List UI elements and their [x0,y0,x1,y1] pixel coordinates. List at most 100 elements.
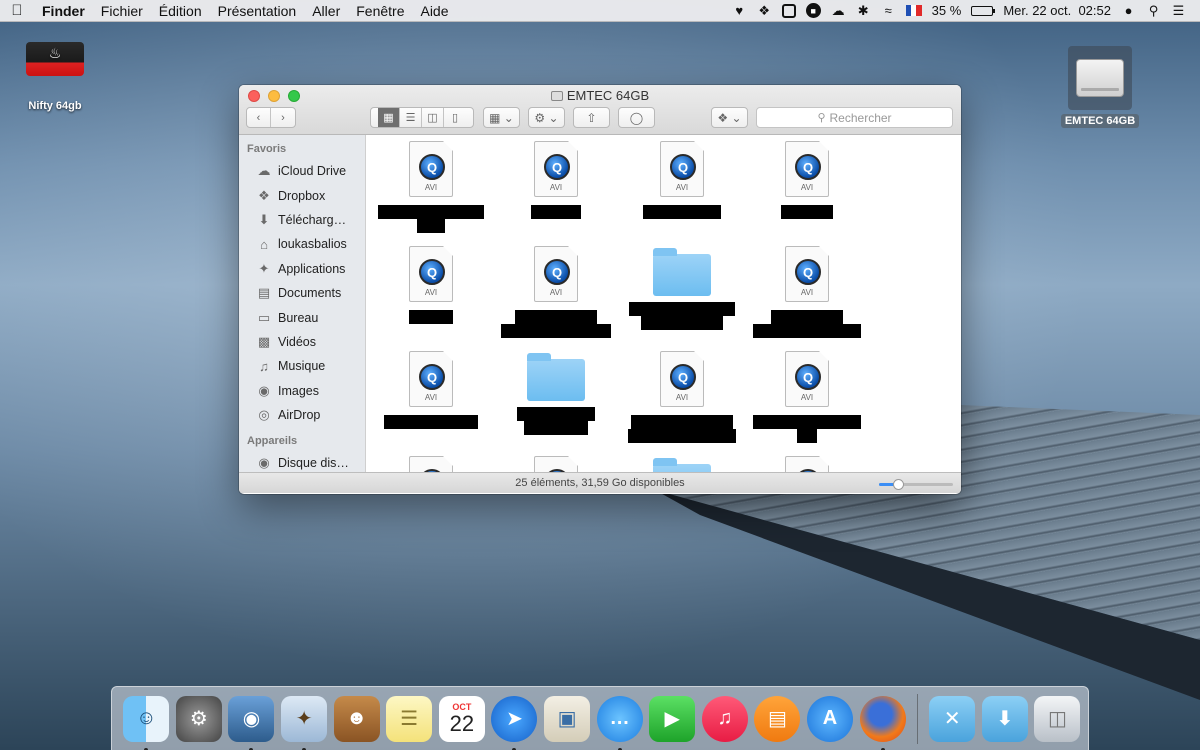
sidebar-item-label: Vidéos [278,334,316,349]
bluetooth-icon[interactable]: ✱ [856,3,871,18]
dock-downloads-folder-icon[interactable]: ⬇ [981,695,1028,742]
sidebar-item-label: loukasbalios [278,237,347,252]
desktop-drive-emtec[interactable]: EMTEC 64GB [1058,46,1142,128]
file-item[interactable]: Q AVI [366,135,496,235]
sidebar-item-home[interactable]: ⌂ loukasbalios [239,232,365,256]
folder-item[interactable] [617,450,747,472]
dock-finder-icon[interactable]: ☺ [123,695,170,750]
sidebar-item-disk[interactable]: ◉ Disque dis… [239,451,365,472]
dropbox-status-icon[interactable]: ❖ [757,3,772,18]
menu-fichier[interactable]: Fichier [93,3,151,19]
screen-capture-icon[interactable] [781,3,796,18]
share-button[interactable]: ⇧ [573,107,610,128]
dropbox-toolbar-button[interactable]: ❖ ⌄ [711,107,748,128]
forward-button[interactable]: › [271,108,295,127]
column-view-button[interactable]: ◫ [422,108,444,127]
menu-app-name[interactable]: Finder [34,3,93,19]
spotlight-search-icon[interactable]: ⚲ [1146,3,1161,18]
folder-item[interactable] [617,240,747,340]
file-item[interactable]: Q AVI [366,345,496,445]
sidebar-item-downloads[interactable]: ⬇ Télécharg… [239,208,365,232]
dock-calendar-icon[interactable]: OCT 22 [438,695,485,742]
dock-facetime-icon[interactable]: ▶ [649,695,696,742]
heart-status-icon[interactable]: ♥ [732,3,747,18]
dock-notes-icon[interactable]: ☰ [386,695,433,742]
file-item[interactable]: Q AVI [742,345,872,445]
redacted-filename [629,302,735,316]
sidebar-item-pictures[interactable]: ◉ Images [239,379,365,403]
sidebar-item-applications[interactable]: ✦ Applications [239,257,365,281]
icon-size-slider[interactable] [879,479,953,490]
user-icon[interactable]: ● [1121,3,1136,18]
desktop-drive-nifty-label: Nifty 64gb [28,100,82,112]
back-button[interactable]: ‹ [247,108,271,127]
menu-aide[interactable]: Aide [412,3,456,19]
tags-button[interactable]: ◯ [618,107,655,128]
dock-preview-icon[interactable]: ▣ [544,695,591,742]
dock-firefox-icon[interactable] [859,695,906,750]
redacted-filename [417,219,445,233]
wifi-icon[interactable]: ≈ [881,3,896,18]
input-source-flag-icon[interactable] [905,5,922,16]
dock-app-store-icon[interactable]: A [807,695,854,742]
battery-icon[interactable] [971,5,996,16]
search-input[interactable]: ⚲ Rechercher [756,107,953,128]
file-item[interactable]: Q AVI [617,345,747,445]
dock-mail-stamp-icon[interactable]: ✦ [281,695,328,750]
file-item[interactable]: Q AVI [742,240,872,340]
redacted-filename [501,324,611,338]
sidebar-item-icloud-drive[interactable]: ☁ iCloud Drive [239,159,365,183]
dock-applications-folder-icon[interactable]: ✕ [929,695,976,742]
action-button[interactable]: ⚙ ⌄ [528,107,565,128]
search-icon: ⚲ [817,112,826,124]
cloud-status-icon[interactable]: ☁ [831,3,846,18]
dock-messages-icon[interactable]: … [596,695,643,750]
finder-titlebar[interactable]: EMTEC 64GB ‹ › ▦ ☰ ◫ ▯ ▦ ⌄ ⚙ ⌄ ⇧ ◯ ❖ ⌄ ⚲… [239,85,961,135]
sidebar-item-documents[interactable]: ▤ Documents [239,281,365,305]
sidebar-header-favorites: Favoris [247,143,287,155]
dock-ibooks-icon[interactable]: ▤ [754,695,801,742]
sidebar-item-dropbox[interactable]: ❖ Dropbox [239,183,365,207]
file-item[interactable]: Q [366,450,496,472]
airdrop-icon: ◎ [258,407,270,423]
notification-center-icon[interactable]: ☰ [1171,3,1186,18]
apple-menu-icon[interactable]:  [0,2,34,19]
dock-contacts-icon[interactable]: ☻ [333,695,380,742]
record-status-icon[interactable]: ■ [805,3,821,18]
sidebar-item-desktop[interactable]: ▭ Bureau [239,305,365,329]
file-item[interactable]: Q AVI [491,135,621,235]
dock-itunes-icon[interactable]: ♫ [701,695,748,742]
clock[interactable]: Mer. 22 oct. 02:52 [1003,3,1111,18]
back-forward-control: ‹ › [246,107,296,128]
dock-safari-icon[interactable]: ➤ [491,695,538,750]
file-item[interactable]: Q AVI [366,240,496,340]
menu-edition[interactable]: Édition [151,3,210,19]
sidebar-item-label: Bureau [278,310,319,325]
battery-percent[interactable]: 35 % [932,3,962,18]
dock-iphoto-icon[interactable]: ◉ [228,695,275,750]
dock-system-preferences-icon[interactable]: ⚙ [175,695,222,742]
dock-trash-icon[interactable]: ◫ [1034,695,1081,742]
redacted-filename [384,415,478,429]
file-item[interactable]: Q AVI [491,240,621,340]
sidebar-item-music[interactable]: ♫ Musique [239,354,365,378]
menu-fenetre[interactable]: Fenêtre [348,3,412,19]
menu-presentation[interactable]: Présentation [210,3,305,19]
icon-view-button[interactable]: ▦ [378,108,400,127]
sidebar-item-airdrop[interactable]: ◎ AirDrop [239,403,365,427]
desktop-icon: ▭ [257,309,271,325]
file-item[interactable]: Q AVI [742,135,872,235]
sidebar-item-movies[interactable]: ▩ Vidéos [239,330,365,354]
cover-flow-button[interactable]: ▯ [444,108,466,127]
icon-size-slider-knob[interactable] [892,479,904,490]
folder-item[interactable] [491,345,621,445]
file-item[interactable]: Q [491,450,621,472]
desktop-drive-nifty[interactable]: ♨ Nifty 64gb [20,42,90,112]
list-view-button[interactable]: ☰ [400,108,422,127]
arrange-button[interactable]: ▦ ⌄ [483,107,520,128]
applications-icon: ✦ [258,260,270,276]
menu-aller[interactable]: Aller [304,3,348,19]
file-item[interactable]: Q AVI [617,135,747,235]
finder-window: EMTEC 64GB ‹ › ▦ ☰ ◫ ▯ ▦ ⌄ ⚙ ⌄ ⇧ ◯ ❖ ⌄ ⚲… [239,85,961,494]
file-item[interactable]: Q [742,450,872,472]
